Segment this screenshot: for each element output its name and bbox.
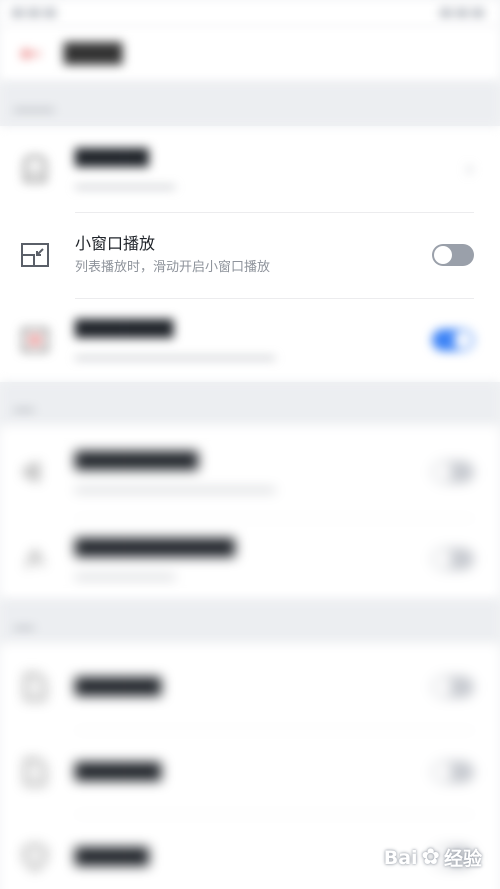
storage-location-text: ██████ ▁▁▁▁▁▁▁▁▁▁ [75, 147, 465, 191]
privacy-row-1-text: ███████ [75, 676, 432, 698]
privacy-row-2-text: ███████ [75, 761, 432, 783]
network-row-1-title: ██████████ [75, 451, 199, 470]
privacy-row-2[interactable]: ███████ [0, 730, 500, 814]
privacy-row-3-text: ██████ [75, 846, 432, 868]
file-icon [20, 757, 50, 787]
app-bar: ← ████ [0, 26, 500, 82]
ad-autoplay-row[interactable]: ████████ ▁▁▁▁▁▁▁▁▁▁▁▁▁▁▁▁▁▁▁▁ [0, 298, 500, 382]
privacy-row-1-toggle[interactable] [432, 676, 474, 698]
network-settings-group: ██████████ ▁▁▁▁▁▁▁▁▁▁▁▁▁▁▁▁▁▁▁▁ ████████… [0, 426, 500, 600]
ad-autoplay-subtitle: ▁▁▁▁▁▁▁▁▁▁▁▁▁▁▁▁▁▁▁▁ [75, 345, 275, 360]
network-row-1-text: ██████████ ▁▁▁▁▁▁▁▁▁▁▁▁▁▁▁▁▁▁▁▁ [75, 450, 432, 494]
share-node-icon [20, 544, 50, 574]
section-header-label: ▁▁ [14, 614, 34, 630]
network-row-1-subtitle: ▁▁▁▁▁▁▁▁▁▁▁▁▁▁▁▁▁▁▁▁ [75, 477, 275, 492]
wifi-icon [44, 8, 56, 18]
ad-video-icon [20, 325, 50, 355]
signal-icon [12, 8, 24, 18]
toggle-knob [434, 463, 452, 481]
file-icon [20, 672, 50, 702]
chevron-right-icon: › [465, 156, 474, 182]
section-header-label: ▁▁▁▁ [14, 96, 54, 112]
arrow-left-icon[interactable]: ← [20, 41, 42, 67]
privacy-row-1[interactable]: ███████ [0, 644, 500, 730]
network-row-2-text: █████████████ ▁▁▁▁▁▁▁▁▁▁ [75, 537, 432, 581]
watermark-brand: Bai [383, 846, 418, 869]
page-title: ████ [63, 43, 123, 65]
toggle-knob [434, 246, 452, 264]
mini-window-title: 小窗口播放 [75, 234, 156, 253]
section-header-network: ▁▁ [0, 382, 500, 426]
video-settings-group: ██████ ▁▁▁▁▁▁▁▁▁▁ › 小窗口播放 列表播放时，滑动开启小窗口播… [0, 126, 500, 382]
network-row-2-title: █████████████ [75, 538, 235, 557]
alarm-icon [440, 8, 452, 18]
signal-icon-2 [28, 8, 40, 18]
toggle-knob [434, 678, 452, 696]
picture-in-picture-icon [20, 240, 50, 270]
storage-location-title: ██████ [75, 148, 149, 167]
ad-autoplay-text: ████████ ▁▁▁▁▁▁▁▁▁▁▁▁▁▁▁▁▁▁▁▁ [75, 318, 432, 362]
network-row-1-toggle[interactable] [432, 461, 474, 483]
storage-location-subtitle: ▁▁▁▁▁▁▁▁▁▁ [75, 174, 175, 189]
status-bar [0, 0, 500, 26]
toggle-knob [434, 550, 452, 568]
mini-window-row[interactable]: 小窗口播放 列表播放时，滑动开启小窗口播放 [0, 212, 500, 298]
shield-icon [20, 842, 50, 872]
network-row-2[interactable]: █████████████ ▁▁▁▁▁▁▁▁▁▁ [0, 518, 500, 600]
status-right [440, 8, 488, 18]
privacy-row-1-title: ███████ [75, 677, 162, 696]
status-left [12, 8, 60, 18]
ad-autoplay-toggle[interactable] [432, 329, 474, 351]
section-header-video: ▁▁▁▁ [0, 82, 500, 126]
privacy-row-3-title: ██████ [75, 847, 149, 866]
speaker-icon [20, 457, 50, 487]
network-row-2-subtitle: ▁▁▁▁▁▁▁▁▁▁ [75, 564, 175, 579]
vibrate-icon [456, 8, 468, 18]
storage-location-row[interactable]: ██████ ▁▁▁▁▁▁▁▁▁▁ › [0, 126, 500, 212]
privacy-row-2-title: ███████ [75, 762, 162, 781]
mini-window-toggle[interactable] [432, 244, 474, 266]
section-header-label: ▁▁ [14, 396, 34, 412]
paw-icon: ✿ [421, 845, 440, 870]
toggle-knob [454, 331, 472, 349]
baidu-jingyan-watermark: Bai ✿ 经验 [384, 844, 482, 871]
section-header-privacy: ▁▁ [0, 600, 500, 644]
network-row-1[interactable]: ██████████ ▁▁▁▁▁▁▁▁▁▁▁▁▁▁▁▁▁▁▁▁ [0, 426, 500, 518]
watermark-suffix: 经验 [443, 848, 482, 870]
battery-icon [472, 8, 484, 18]
ad-autoplay-title: ████████ [75, 319, 174, 338]
toggle-knob [434, 763, 452, 781]
sd-card-icon [20, 154, 50, 184]
mini-window-subtitle: 列表播放时，滑动开启小窗口播放 [75, 260, 271, 275]
network-row-2-toggle[interactable] [432, 548, 474, 570]
mini-window-text: 小窗口播放 列表播放时，滑动开启小窗口播放 [75, 233, 432, 277]
privacy-row-2-toggle[interactable] [432, 761, 474, 783]
